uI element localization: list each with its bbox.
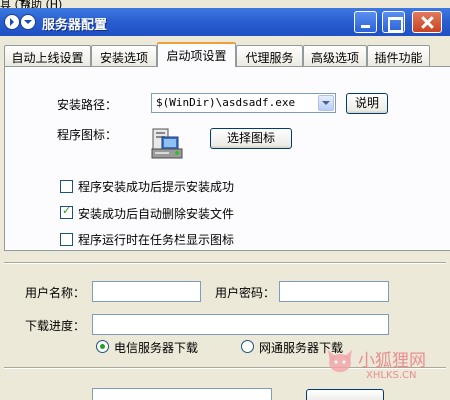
radio-telecom-download[interactable] <box>96 340 109 353</box>
checkbox-delete-install-file-label: 安装成功后自动删除安装文件 <box>78 207 235 221</box>
fox-watermark-icon <box>328 350 352 372</box>
download-progress-input[interactable] <box>92 314 389 335</box>
install-path-value: $(WinDir)\asdsadf.exe <box>156 96 296 109</box>
watermark-text: 小狐狸网 <box>358 351 426 371</box>
clipped-bottom-button[interactable] <box>306 389 384 400</box>
tab-plugins[interactable]: 插件功能 <box>367 45 430 66</box>
divider <box>4 262 446 264</box>
tab-auto-online[interactable]: 自动上线设置 <box>4 45 91 66</box>
window-options-icon[interactable] <box>20 14 36 30</box>
username-input[interactable] <box>92 281 201 302</box>
install-path-combo[interactable]: $(WinDir)\asdsadf.exe <box>151 93 336 113</box>
watermark-url: XHLKS.CN <box>366 370 417 381</box>
system-menu-icon[interactable] <box>4 14 20 30</box>
tab-proxy-service[interactable]: 代理服务 <box>236 45 303 66</box>
tab-startup-settings[interactable]: 启动项设置 <box>157 42 236 67</box>
menu-bar: 具 (T) 帮助 (H) <box>0 0 450 8</box>
radio-netcom-download[interactable] <box>241 340 254 353</box>
tab-advanced-options[interactable]: 高级选项 <box>303 45 367 66</box>
checkbox-prompt-success[interactable] <box>60 180 73 193</box>
tab-install-options[interactable]: 安装选项 <box>91 45 157 66</box>
radio-telecom-download-label: 电信服务器下载 <box>114 341 199 355</box>
download-progress-label: 下载进度： <box>25 319 86 333</box>
program-icon-label: 程序图标： <box>57 128 118 142</box>
menu-help[interactable]: 帮助 (H) <box>20 0 62 8</box>
maximize-button[interactable] <box>382 11 405 33</box>
checkbox-prompt-success-label: 程序安装成功后提示安装成功 <box>78 180 235 194</box>
password-label: 用户密码： <box>215 286 276 300</box>
checkbox-show-taskbar-icon[interactable] <box>60 233 73 246</box>
installer-program-icon <box>151 128 183 159</box>
window-title: 服务器配置 <box>42 18 108 33</box>
checkbox-delete-install-file[interactable] <box>60 204 73 219</box>
username-label: 用户名称： <box>25 286 86 300</box>
minimize-button[interactable] <box>354 11 377 33</box>
close-button[interactable] <box>412 11 442 33</box>
tab-strip: 自动上线设置 安装选项 启动项设置 代理服务 高级选项 插件功能 <box>4 42 450 67</box>
password-input[interactable] <box>279 281 389 302</box>
title-bar: 服务器配置 <box>0 8 450 36</box>
clipped-path-input[interactable] <box>92 388 272 400</box>
choose-icon-button[interactable]: 选择图标 <box>210 128 292 149</box>
install-path-label: 安装路径： <box>57 98 118 112</box>
explain-button[interactable]: 说明 <box>346 93 388 114</box>
checkbox-show-taskbar-icon-label: 程序运行时在任务栏显示图标 <box>78 233 235 247</box>
chevron-down-icon[interactable] <box>318 95 334 111</box>
